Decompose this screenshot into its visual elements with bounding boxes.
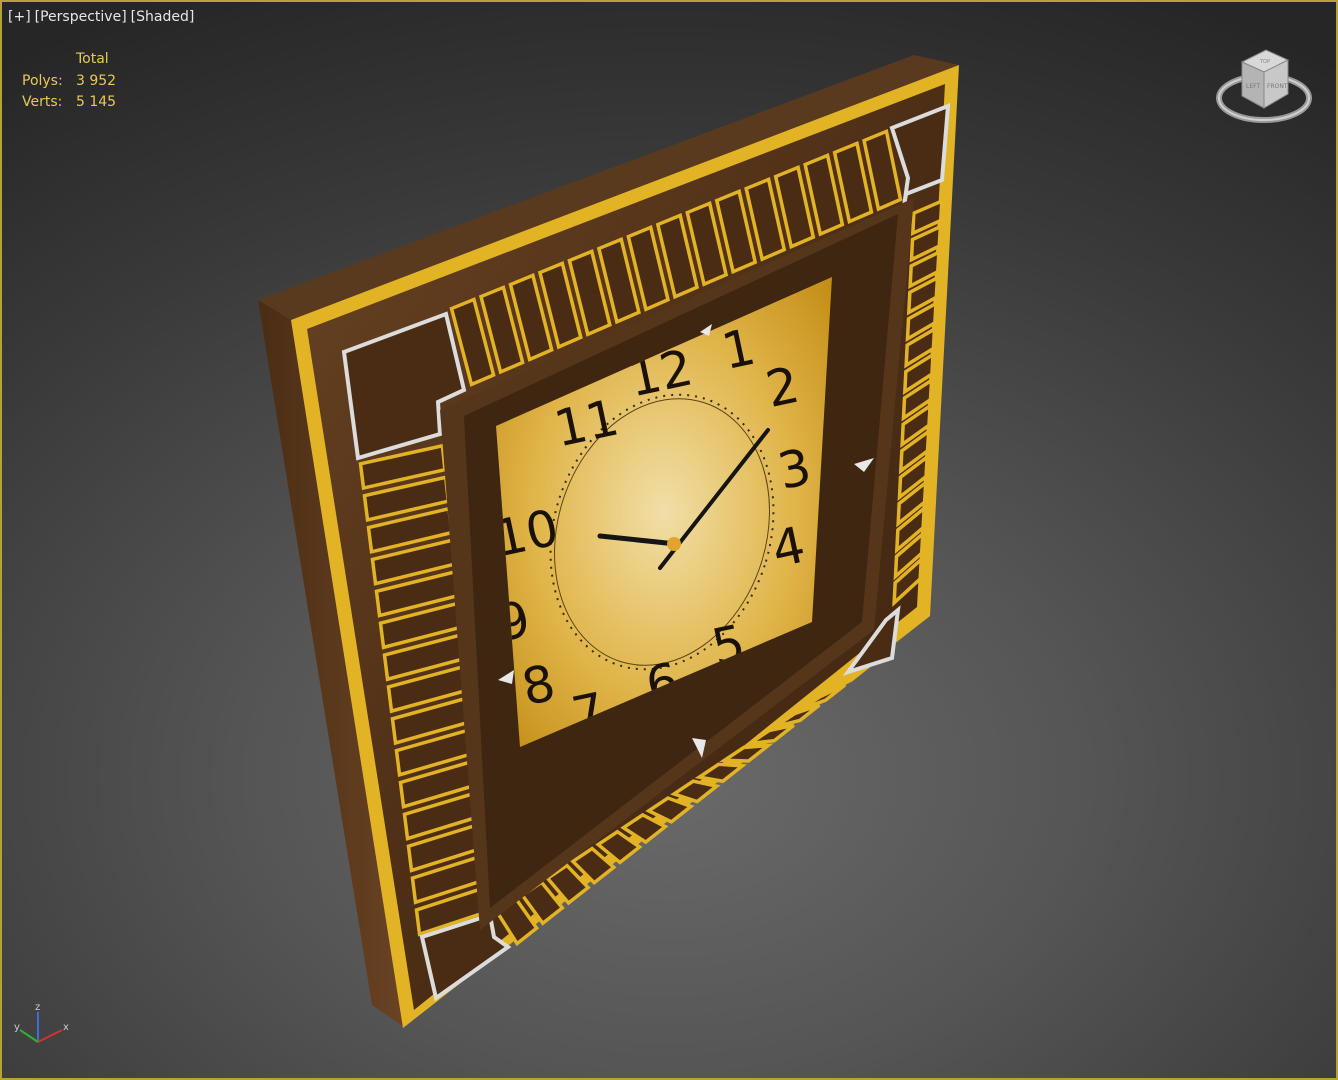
clock-scene: 12 1234567891011 [258, 55, 959, 1028]
viewcube-icon[interactable]: TOP LEFT FRONT [1214, 42, 1314, 132]
hands-hub [667, 537, 681, 551]
stats-verts-row: Verts: 5 145 [22, 92, 116, 114]
axis-y-label: y [14, 1022, 20, 1033]
viewport-view-label[interactable]: [Perspective] [35, 9, 127, 25]
axis-x-label: x [63, 1022, 69, 1033]
viewcube-face-top: TOP [1259, 59, 1270, 65]
verts-value: 5 145 [76, 94, 117, 110]
perspective-viewport[interactable]: 12 1 2 3 4 5 6 7 8 9 10 11 [+] [Perspective] [Shade… [0, 0, 1338, 1080]
scene-statistics: Total Polys: 3 952 Verts: 5 145 [22, 49, 116, 114]
polys-label: Polys: [22, 72, 63, 89]
stats-header: Total [76, 51, 109, 67]
viewport-menu-plus[interactable]: [+] [8, 9, 31, 25]
verts-label: Verts: [22, 94, 63, 110]
viewcube-face-front: FRONT [1267, 83, 1288, 90]
axis-tripod-icon: z x y [14, 1002, 69, 1043]
viewport-shading-label[interactable]: [Shaded] [131, 9, 195, 25]
axis-z-label: z [35, 1002, 40, 1013]
stats-polys-row: Polys: 3 952 [22, 71, 116, 93]
polys-value: 3 952 [76, 72, 117, 89]
viewcube-face-left: LEFT [1246, 83, 1260, 90]
viewport-labels: [+] [Perspective] [Shaded] [8, 9, 194, 25]
